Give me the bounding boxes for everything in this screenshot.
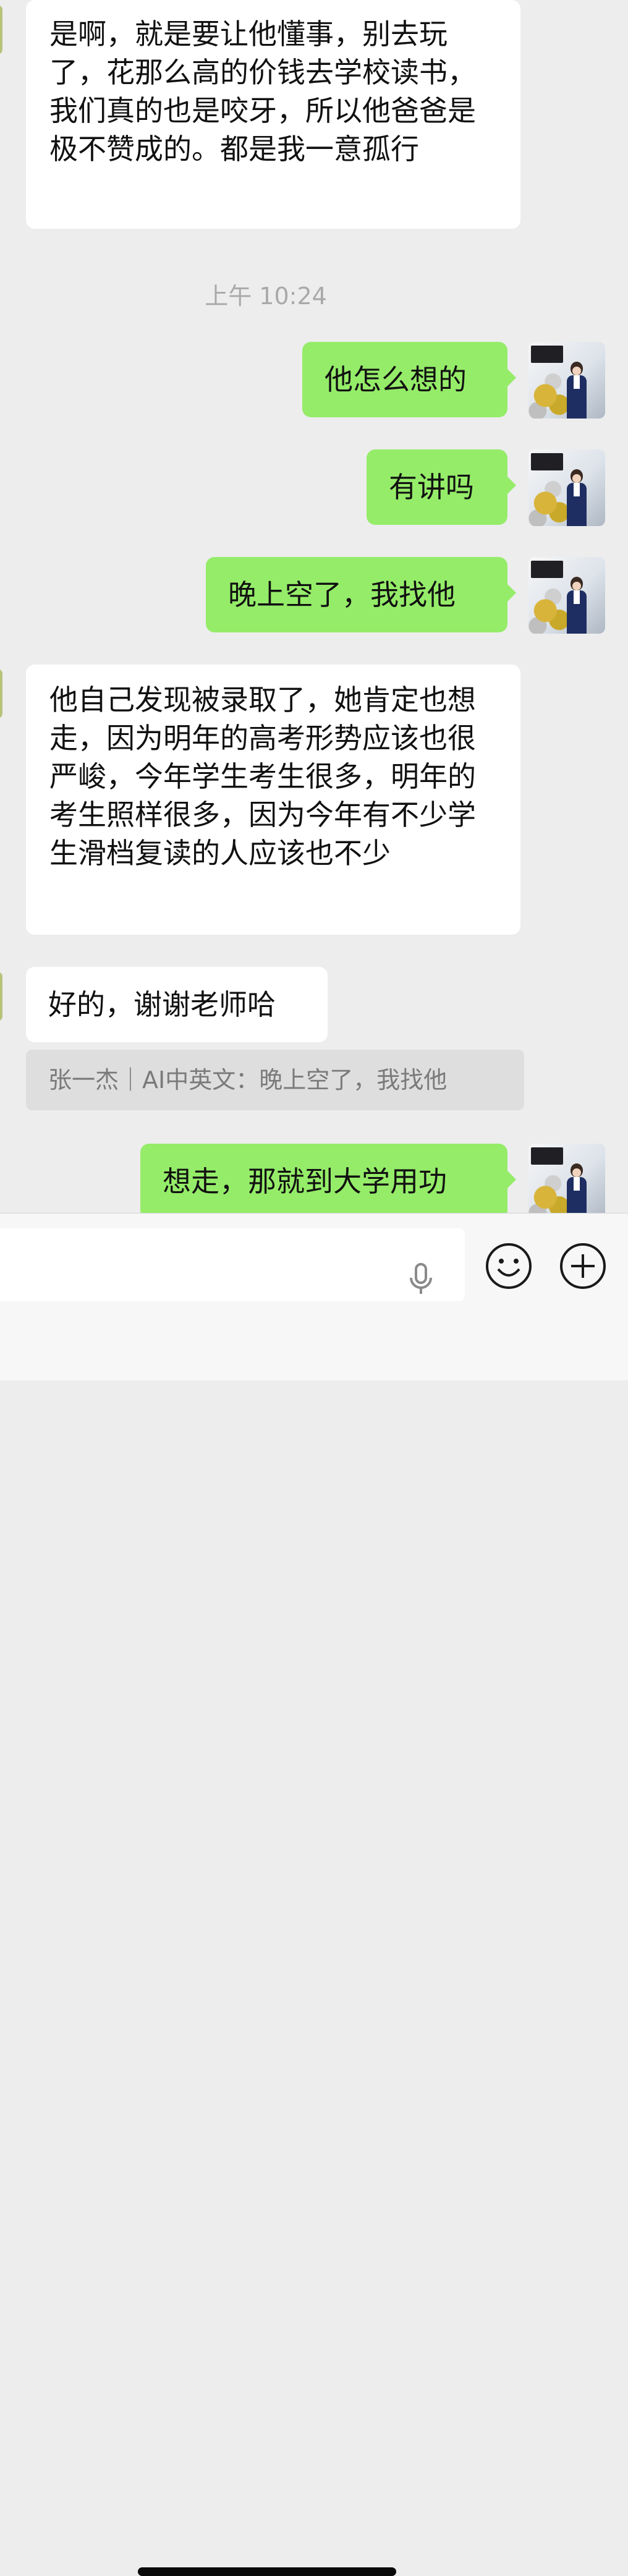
message-timestamp: 上午 10:24 (205, 283, 327, 310)
user-avatar[interactable] (528, 1144, 605, 1213)
incoming-message[interactable]: 好的，谢谢老师哈 (26, 967, 328, 1042)
outgoing-message[interactable]: 他怎么想的 (302, 342, 516, 417)
emoji-icon[interactable] (485, 1242, 533, 1290)
outgoing-message[interactable]: 晚上空了，我找他 (206, 557, 516, 632)
outgoing-message[interactable]: 有讲吗 (367, 449, 516, 525)
microphone-icon[interactable] (408, 1263, 434, 1295)
chat-area[interactable]: 是啊，就是要让他懂事，别去玩了，花那么高的价钱去学校读书，我们真的也是咬牙，所以… (0, 0, 628, 1213)
contact-avatar[interactable] (0, 5, 2, 54)
input-bar (0, 1213, 628, 2576)
quoted-message[interactable]: 张一杰｜AI中英文：晚上空了，我找他 (26, 1050, 524, 1110)
outgoing-message[interactable]: 想走，那就到大学用功 (140, 1144, 516, 1213)
user-avatar[interactable] (528, 342, 605, 419)
plus-icon[interactable] (559, 1242, 607, 1290)
contact-avatar[interactable] (0, 972, 2, 1021)
user-avatar[interactable] (528, 449, 605, 526)
home-indicator (138, 2567, 396, 2576)
incoming-message[interactable]: 他自己发现被录取了，她肯定也想走，因为明年的高考形势应该也很严峻，今年学生考生很… (26, 665, 520, 935)
incoming-message[interactable]: 是啊，就是要让他懂事，别去玩了，花那么高的价钱去学校读书，我们真的也是咬牙，所以… (26, 0, 520, 229)
contact-avatar[interactable] (0, 669, 2, 718)
message-input[interactable] (0, 1228, 465, 1301)
user-avatar[interactable] (528, 557, 605, 634)
